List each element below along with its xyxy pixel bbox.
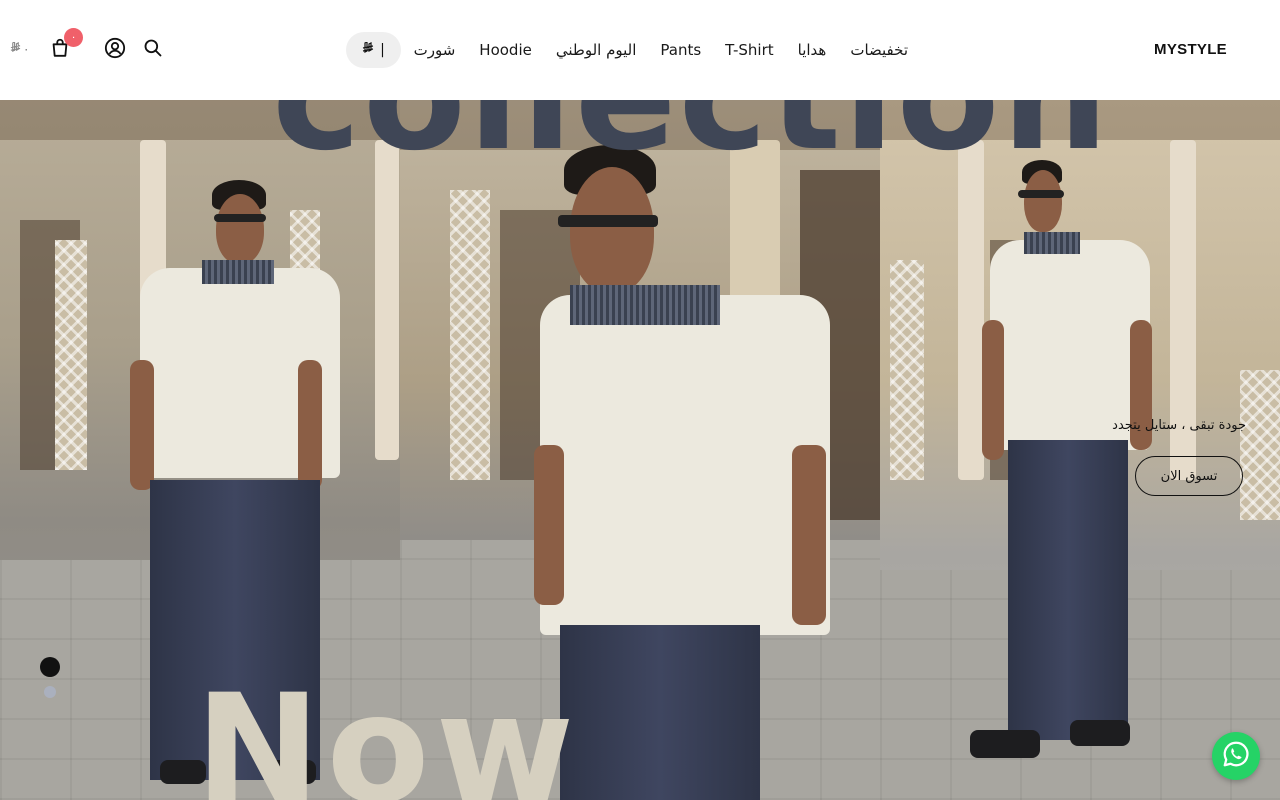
currency-selector[interactable]: | xyxy=(346,32,401,68)
whatsapp-icon xyxy=(1221,739,1251,773)
cart-count-badge: ٠ xyxy=(64,28,83,47)
nav-item-hoodie[interactable]: Hoodie xyxy=(479,41,532,59)
hero-banner: collection Now جودة تبقى ، ستايل يتجدد ت… xyxy=(0,100,1280,800)
hero-photo-right xyxy=(880,100,1280,800)
shop-now-button[interactable]: تسوق الان xyxy=(1135,456,1243,496)
slider-dot-active[interactable] xyxy=(40,657,60,677)
currency-label: | xyxy=(380,42,385,58)
slider-dot[interactable] xyxy=(44,686,56,698)
cart-total-value: ٠ xyxy=(23,42,30,56)
search-icon xyxy=(143,38,163,62)
nav-item-pants[interactable]: Pants xyxy=(660,41,701,59)
nav-item-tshirt[interactable]: T-Shirt xyxy=(725,41,773,59)
hero-headline-bottom: Now xyxy=(195,663,581,800)
riyal-icon xyxy=(362,41,374,58)
site-header: ٠ ٠ | تخفيضات هدايا T-Shirt Pants اليوم … xyxy=(0,0,1280,100)
nav-item-shorts[interactable]: شورت xyxy=(414,41,456,59)
user-icon xyxy=(104,37,126,63)
nav-item-sale[interactable]: تخفيضات xyxy=(850,41,908,59)
account-button[interactable] xyxy=(102,37,128,63)
whatsapp-button[interactable] xyxy=(1212,732,1260,780)
site-logo[interactable]: MYSTYLE xyxy=(1154,41,1227,58)
riyal-icon xyxy=(10,41,21,56)
nav-item-national-day[interactable]: اليوم الوطني xyxy=(556,41,637,59)
hero-headline-top: collection xyxy=(272,100,1110,172)
cart-total[interactable]: ٠ xyxy=(10,41,30,56)
search-button[interactable] xyxy=(140,37,166,63)
model-figure xyxy=(970,160,1160,780)
hero-tagline: جودة تبقى ، ستايل يتجدد xyxy=(1112,418,1246,433)
main-nav: تخفيضات هدايا T-Shirt Pants اليوم الوطني… xyxy=(414,38,908,62)
nav-item-gifts[interactable]: هدايا xyxy=(798,41,827,59)
